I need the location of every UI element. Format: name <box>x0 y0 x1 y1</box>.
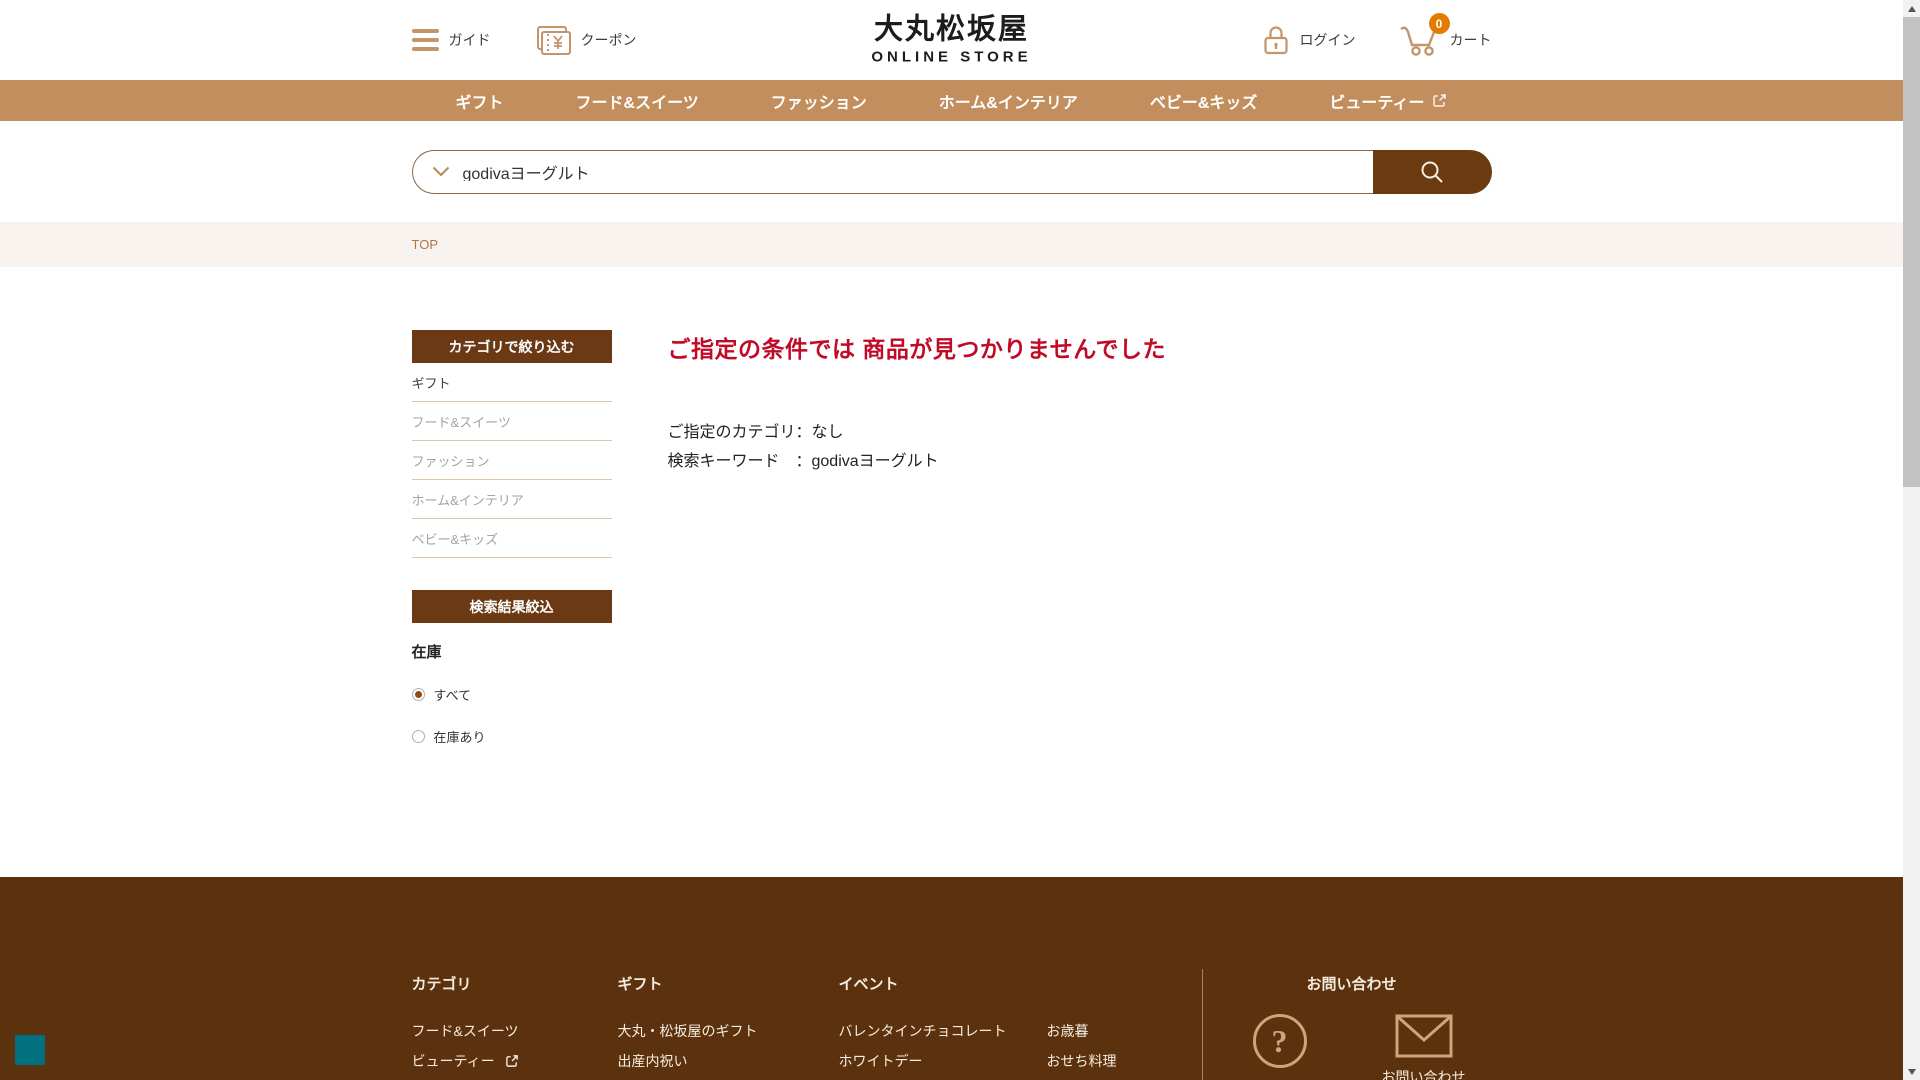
vertical-scrollbar[interactable] <box>1903 0 1920 1080</box>
footer-divider <box>1202 969 1203 1080</box>
footer-column-category: カテゴリ フード&スイーツ ビューティー <box>412 973 618 1080</box>
footer-guide-button[interactable]: ? ご利用ガイド <box>1238 1014 1322 1080</box>
envelope-icon <box>1395 1014 1453 1058</box>
login-button[interactable]: ログイン <box>1262 24 1356 56</box>
footer-link-beauty[interactable]: ビューティー <box>412 1052 618 1070</box>
search-section <box>0 121 1903 222</box>
footer-category-header: カテゴリ <box>412 973 618 994</box>
browser-viewport: ガイド クーポン 大丸松坂屋 ONLINE ST <box>0 0 1903 1080</box>
site-header: ガイド クーポン 大丸松坂屋 ONLINE ST <box>0 0 1903 80</box>
coupon-ticket-icon <box>533 25 571 56</box>
nav-item-gift[interactable]: ギフト <box>456 89 504 113</box>
footer-column-event: イベント バレンタインチョコレート ホワイトデー お歳暮 おせち料理 <box>839 973 1255 1080</box>
breadcrumb-bar: TOP <box>0 222 1903 267</box>
sidebar-category-baby-kids[interactable]: ベビー&キッズ <box>412 519 612 558</box>
filter-sidebar: カテゴリで絞り込む ギフト フード&スイーツ ファッション ホーム&インテリア … <box>412 330 612 746</box>
footer-contact-button[interactable]: お問い合わせ <box>1382 1014 1466 1080</box>
footer-gift-header: ギフト <box>618 973 839 994</box>
guide-menu-button[interactable]: ガイド <box>412 29 491 51</box>
search-results-panel: ご指定の条件では 商品が見つかりませんでした ご指定のカテゴリ：なし 検索キーワ… <box>668 330 1167 746</box>
hamburger-icon <box>412 29 439 51</box>
nav-item-home-interior[interactable]: ホーム&インテリア <box>939 89 1078 113</box>
footer-link-food-sweets[interactable]: フード&スイーツ <box>412 1022 618 1040</box>
site-footer: カテゴリ フード&スイーツ ビューティー <box>0 877 1903 1080</box>
footer-link-valentine[interactable]: バレンタインチョコレート <box>839 1022 1047 1040</box>
sidebar-category-home-interior[interactable]: ホーム&インテリア <box>412 480 612 519</box>
category-filter-header: カテゴリで絞り込む <box>412 330 612 363</box>
lock-icon <box>1262 24 1290 56</box>
radio-unselected-icon <box>412 730 425 743</box>
main-navigation: ギフト フード&スイーツ ファッション ホーム&インテリア ベビー&キッズ ビュ… <box>0 80 1903 121</box>
chevron-down-icon[interactable] <box>432 166 450 177</box>
cart-button[interactable]: 0 カート <box>1398 22 1492 58</box>
external-link-icon <box>505 1054 519 1068</box>
header-right-group: ログイン 0 カート <box>1262 22 1492 58</box>
scrollbar-down-arrow[interactable] <box>1903 1063 1920 1080</box>
search-button[interactable] <box>1373 150 1492 194</box>
main-content: カテゴリで絞り込む ギフト フード&スイーツ ファッション ホーム&インテリア … <box>0 267 1903 877</box>
selected-category-line: ご指定のカテゴリ：なし <box>668 418 1167 447</box>
search-keyword-line: 検索キーワード ：godivaヨーグルト <box>668 447 1167 476</box>
scrollbar-thumb[interactable] <box>1903 17 1920 487</box>
nav-item-food-sweets[interactable]: フード&スイーツ <box>576 89 699 113</box>
footer-column-gift: ギフト 大丸・松坂屋のギフト 出産内祝い <box>618 973 839 1080</box>
external-link-icon <box>1432 93 1447 108</box>
accessibility-widget-button[interactable] <box>15 1035 45 1065</box>
stock-option-all[interactable]: すべて <box>412 685 612 704</box>
radio-selected-icon <box>412 688 425 701</box>
footer-link-whiteday[interactable]: ホワイトデー <box>839 1052 1047 1070</box>
footer-link-baby-celebration[interactable]: 出産内祝い <box>618 1052 839 1070</box>
breadcrumb-top-link[interactable]: TOP <box>412 237 439 252</box>
store-logo[interactable]: 大丸松坂屋 ONLINE STORE <box>871 15 1031 66</box>
category-list: ギフト フード&スイーツ ファッション ホーム&インテリア ベビー&キッズ <box>412 363 612 558</box>
search-input-container <box>412 150 1373 194</box>
sidebar-category-food-sweets[interactable]: フード&スイーツ <box>412 402 612 441</box>
stock-option-in-stock[interactable]: 在庫あり <box>412 727 612 746</box>
question-circle-icon: ? <box>1253 1014 1307 1068</box>
nav-item-beauty[interactable]: ビューティー <box>1329 89 1447 113</box>
footer-contact-header: お問い合わせ <box>1212 973 1492 994</box>
cart-label: カート <box>1450 30 1492 50</box>
store-logo-subtitle: ONLINE STORE <box>871 48 1031 65</box>
nav-item-baby-kids[interactable]: ベビー&キッズ <box>1150 89 1258 113</box>
guide-label: ガイド <box>449 30 491 50</box>
header-left-group: ガイド クーポン <box>412 25 637 56</box>
sidebar-category-gift[interactable]: ギフト <box>412 363 612 402</box>
no-results-message: ご指定の条件では 商品が見つかりませんでした <box>668 330 1167 364</box>
footer-link-daimaru-gift[interactable]: 大丸・松坂屋のギフト <box>618 1022 839 1040</box>
search-input[interactable] <box>463 163 1373 181</box>
contact-link-label: お問い合わせ <box>1382 1067 1466 1080</box>
cart-count-badge: 0 <box>1429 13 1450 34</box>
login-label: ログイン <box>1300 30 1356 50</box>
sidebar-category-fashion[interactable]: ファッション <box>412 441 612 480</box>
nav-item-fashion[interactable]: ファッション <box>771 89 867 113</box>
coupon-label: クーポン <box>581 30 637 50</box>
scrollbar-up-arrow[interactable] <box>1903 0 1920 17</box>
stock-filter-label: 在庫 <box>412 641 612 662</box>
footer-contact-section: お問い合わせ ? ご利用ガイド お問い合わせ <box>1212 973 1492 1080</box>
coupon-button[interactable]: クーポン <box>533 25 637 56</box>
cart-icon: 0 <box>1398 22 1440 58</box>
footer-event-header: イベント <box>839 973 1255 994</box>
store-logo-title: 大丸松坂屋 <box>871 15 1031 47</box>
refine-results-header: 検索結果絞込 <box>412 590 612 623</box>
search-icon <box>1419 159 1445 185</box>
